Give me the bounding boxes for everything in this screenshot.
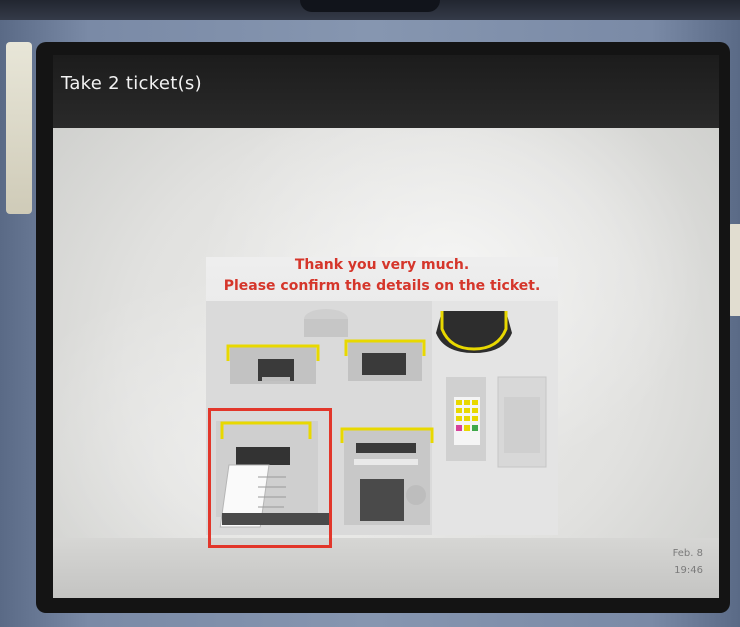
- keypad-key: [464, 425, 470, 431]
- round-button: [406, 485, 426, 505]
- keypad-key: [472, 416, 478, 421]
- date-text: Feb. 8: [672, 548, 703, 559]
- screen-footer: Feb. 8 19:46: [53, 538, 719, 598]
- ticket-slot-highlight: [208, 408, 332, 548]
- keypad-key: [456, 416, 462, 421]
- card-slot-plate: [354, 459, 418, 465]
- time-text: 19:46: [674, 565, 703, 576]
- confirm-details-message: Please confirm the details on the ticket…: [223, 278, 541, 294]
- thank-you-message: Thank you very much.: [294, 257, 470, 273]
- keypad-key: [464, 416, 470, 421]
- right-door-inner: [504, 397, 540, 453]
- card-slot: [356, 443, 416, 453]
- upper-left-slot-lip: [262, 377, 290, 381]
- keypad-key: [464, 408, 470, 413]
- keypad-key: [472, 408, 478, 413]
- keypad-enter-key: [472, 425, 478, 431]
- page-title: Take 2 ticket(s): [61, 73, 202, 94]
- keypad-key: [472, 400, 478, 405]
- kiosk-screen: Take 2 ticket(s) Thank you very much. Pl…: [53, 55, 719, 598]
- top-lamp-body: [304, 319, 348, 337]
- receipt-tray: [360, 479, 404, 521]
- keypad-cancel-key: [456, 425, 462, 431]
- screen-header: Take 2 ticket(s): [53, 55, 719, 128]
- upper-middle-slot: [362, 353, 406, 375]
- camera-lens: [300, 0, 440, 12]
- left-side-sticker: [6, 42, 32, 214]
- keypad-key: [456, 400, 462, 405]
- keypad-key: [464, 400, 470, 405]
- keypad-key: [456, 408, 462, 413]
- coin-hopper: [436, 311, 512, 353]
